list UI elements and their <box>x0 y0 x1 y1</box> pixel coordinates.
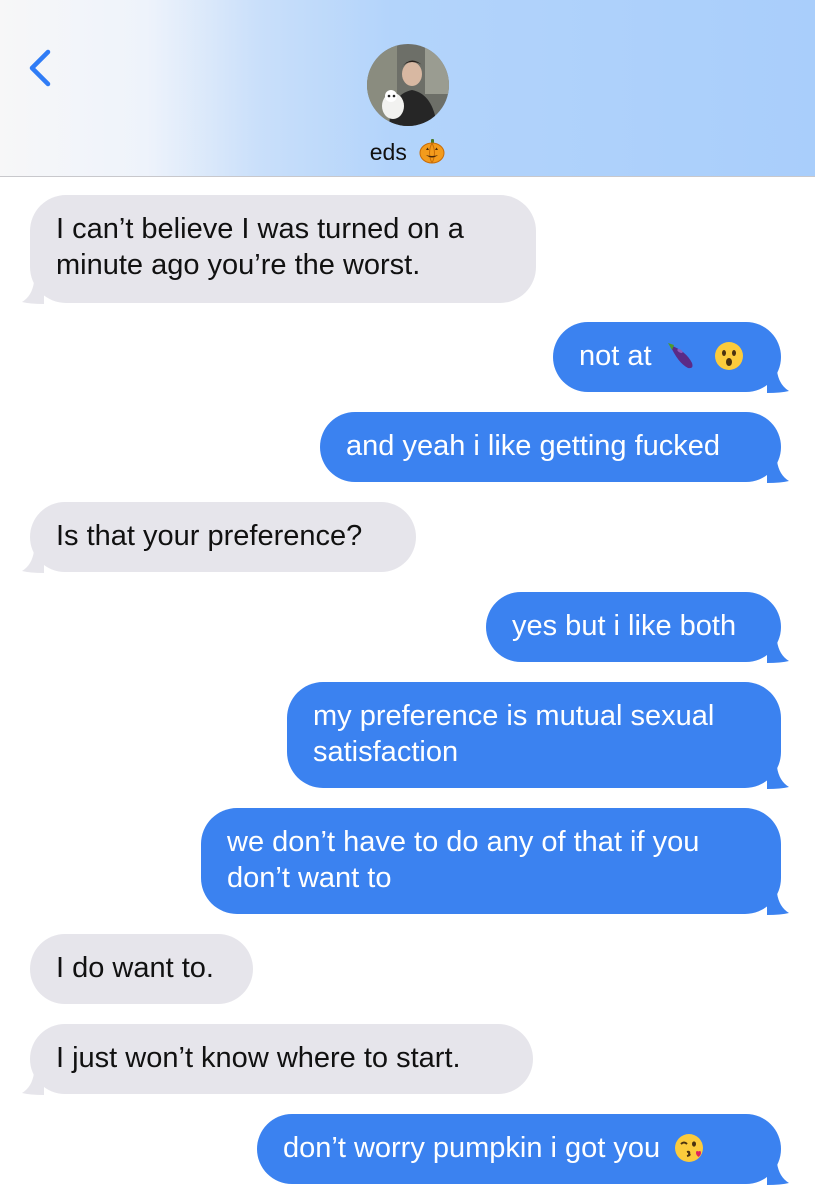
back-button[interactable] <box>18 42 62 94</box>
message-text: don’t worry pumpkin i got you <box>283 1132 661 1164</box>
chevron-left-icon <box>29 49 51 87</box>
pumpkin-icon <box>419 138 445 170</box>
eggplant-icon <box>666 341 700 380</box>
message-text: Is that your preference? <box>56 520 363 552</box>
message-text: and yeah i like getting fucked <box>346 430 721 462</box>
message-text: I just won’t know where to start. <box>56 1042 461 1074</box>
incoming-message-bubble[interactable]: Is that your preference? <box>22 502 416 573</box>
message-text: I do want to. <box>56 952 214 984</box>
bubble-tail <box>767 893 789 915</box>
message-text: yes but i like both <box>512 610 737 642</box>
outgoing-message-bubble[interactable]: don’t worry pumpkin i got you <box>257 1114 789 1185</box>
outgoing-message-bubble[interactable]: not at <box>553 322 789 393</box>
bubble-tail <box>22 1073 44 1095</box>
incoming-message-bubble[interactable]: I can’t believe I was turned on a minute… <box>22 195 536 304</box>
surprised-face-icon <box>714 341 744 380</box>
message-text: we don’t have to do any of that if you d… <box>227 826 700 894</box>
outgoing-message-bubble[interactable]: my preference is mutual sexual satisfact… <box>287 682 789 789</box>
bubble-tail <box>767 461 789 483</box>
bubble-tail <box>767 371 789 393</box>
avatar-photo <box>367 44 449 126</box>
outgoing-message-bubble[interactable]: and yeah i like getting fucked <box>320 412 789 483</box>
bubble-tail <box>767 1163 789 1185</box>
kissing-face-icon <box>674 1133 704 1172</box>
contact-avatar[interactable] <box>367 44 449 126</box>
bubble-tail <box>22 282 44 304</box>
incoming-message-bubble[interactable]: I do want to. <box>30 934 253 1004</box>
message-text: my preference is mutual sexual satisfact… <box>313 700 715 768</box>
incoming-message-bubble[interactable]: I just won’t know where to start. <box>22 1024 533 1095</box>
message-text: I can’t believe I was turned on a minute… <box>56 213 464 281</box>
message-text: not at <box>579 340 652 372</box>
outgoing-message-bubble[interactable]: we don’t have to do any of that if you d… <box>201 808 789 915</box>
contact-name-button[interactable]: eds <box>0 138 815 170</box>
bubble-tail <box>22 551 44 573</box>
outgoing-message-bubble[interactable]: yes but i like both <box>486 592 789 663</box>
bubble-tail <box>767 767 789 789</box>
conversation-header: eds <box>0 0 815 177</box>
contact-name: eds <box>369 139 407 165</box>
bubble-tail <box>767 641 789 663</box>
